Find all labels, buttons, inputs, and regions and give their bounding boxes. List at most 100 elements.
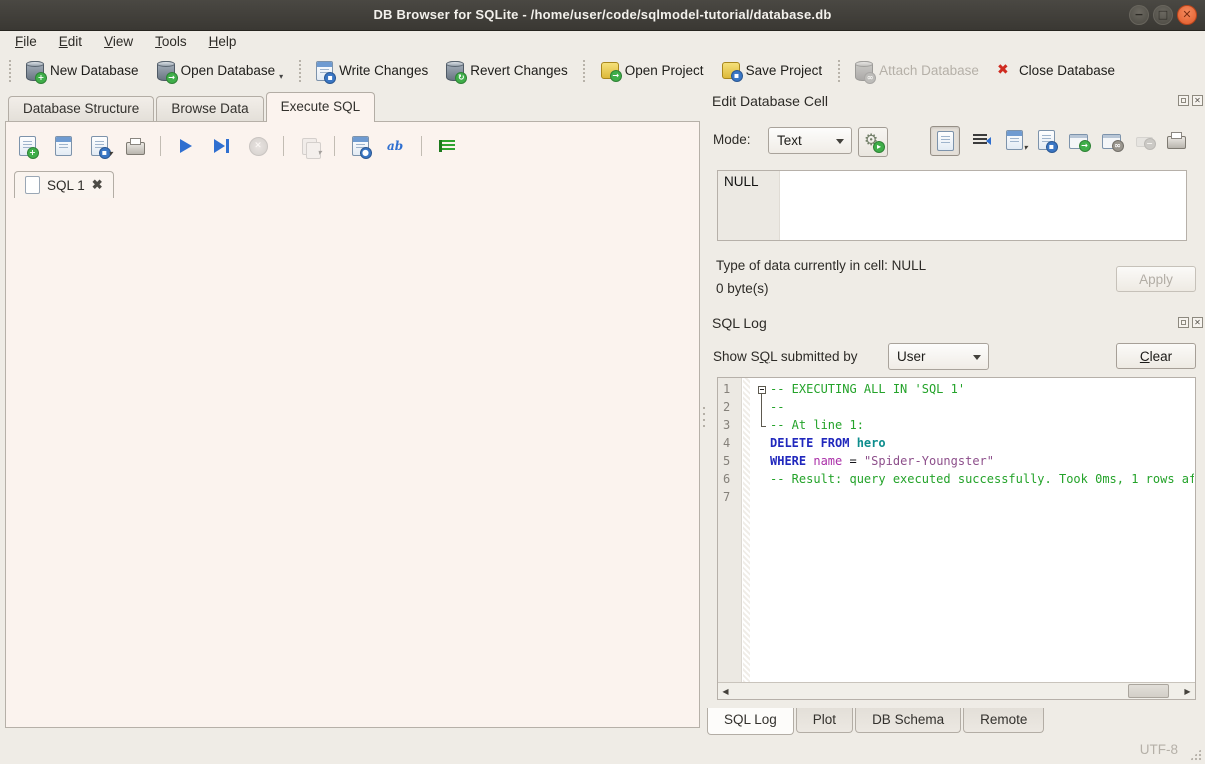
menu-tools[interactable]: Tools xyxy=(144,32,198,51)
encoding-indicator[interactable]: UTF-8 xyxy=(1140,742,1178,757)
sql-doc-icon xyxy=(25,176,40,194)
save-project-button[interactable]: ▪ Save Project xyxy=(713,58,832,83)
sql-document-tab[interactable]: SQL 1 ✖ xyxy=(14,171,114,198)
copy-link-button[interactable]: ∞ xyxy=(1097,126,1125,154)
minimize-icon[interactable]: − xyxy=(1129,5,1149,25)
cell-print-button[interactable] xyxy=(1162,126,1190,154)
link-icon: ∞ xyxy=(1102,134,1121,149)
database-new-icon: + xyxy=(26,61,44,81)
close-dock-icon[interactable] xyxy=(1192,317,1203,328)
menu-edit[interactable]: Edit xyxy=(48,32,93,51)
log-horizontal-scrollbar[interactable]: ◀ ▶ xyxy=(718,682,1195,699)
write-changes-button[interactable]: ▪ Write Changes xyxy=(307,57,437,85)
close-icon[interactable]: ✕ xyxy=(1177,5,1197,25)
project-save-icon: ▪ xyxy=(722,62,740,79)
gear-icon: ▸ xyxy=(864,133,882,151)
float-dock-icon[interactable] xyxy=(1178,317,1189,328)
tab-database-structure[interactable]: Database Structure xyxy=(8,96,154,122)
apply-button[interactable]: Apply xyxy=(1116,266,1196,292)
scroll-right-icon[interactable]: ▶ xyxy=(1180,683,1195,699)
set-null-icon: − xyxy=(1136,137,1153,147)
edit-cell-dock-controls xyxy=(1178,95,1203,106)
cell-type-info: Type of data currently in cell: NULL xyxy=(716,258,926,273)
log-code[interactable]: -- EXECUTING ALL IN 'SQL 1'---- At line … xyxy=(751,378,1194,683)
database-open-icon: → xyxy=(157,61,175,81)
resize-grip[interactable] xyxy=(1189,748,1202,761)
new-database-button[interactable]: + New Database xyxy=(17,57,148,85)
new-sql-tab-icon[interactable]: + xyxy=(14,133,40,159)
dropdown-caret-icon: ▾ xyxy=(279,72,283,81)
sql-log-title: SQL Log xyxy=(712,315,767,331)
open-database-button[interactable]: → Open Database ▾ xyxy=(148,57,293,85)
export-file-icon: ▪ xyxy=(1038,130,1055,150)
database-attach-icon: ∞ xyxy=(855,61,873,81)
find-icon[interactable]: ● xyxy=(347,133,373,159)
sql-editor-toolbar: + ▪▾ ▾ ● xyxy=(14,133,460,159)
execute-all-icon[interactable] xyxy=(173,133,199,159)
database-close-icon xyxy=(997,63,1013,79)
import-button[interactable]: ▾ xyxy=(1000,126,1028,154)
menu-help[interactable]: Help xyxy=(198,32,248,51)
export-button[interactable]: ▪ xyxy=(1032,126,1060,154)
project-open-icon: → xyxy=(601,62,619,79)
execute-current-line-icon[interactable] xyxy=(209,133,235,159)
chevron-down-icon xyxy=(973,355,981,360)
set-null-button: − xyxy=(1130,126,1158,154)
float-dock-icon[interactable] xyxy=(1178,95,1189,106)
dock-splitter[interactable] xyxy=(701,405,707,429)
scrollbar-thumb[interactable] xyxy=(1128,684,1169,698)
open-project-button[interactable]: → Open Project xyxy=(592,58,713,83)
titlebar: DB Browser for SQLite - /home/user/code/… xyxy=(0,0,1205,31)
import-file-icon: ▾ xyxy=(1006,130,1023,150)
clear-log-button[interactable]: Clear xyxy=(1116,343,1196,369)
cell-value-editor[interactable]: NULL xyxy=(717,170,1187,241)
window-controls: − □ ✕ xyxy=(1129,5,1197,25)
menu-file[interactable]: File xyxy=(4,32,48,51)
mode-select[interactable]: Text xyxy=(768,127,852,154)
cell-value: NULL xyxy=(718,171,780,240)
write-changes-icon: ▪ xyxy=(316,61,333,81)
toolbar-separator xyxy=(581,60,588,82)
toolbar-handle[interactable] xyxy=(6,60,13,82)
copy-results-icon: ▾ xyxy=(296,133,322,159)
status-bar: UTF-8 xyxy=(0,728,1205,764)
text-document-icon xyxy=(937,131,954,151)
cell-size-info: 0 byte(s) xyxy=(716,281,769,296)
auto-apply-button[interactable]: ▸ xyxy=(858,127,888,157)
tab-execute-sql[interactable]: Execute SQL xyxy=(266,92,376,122)
maximize-icon[interactable]: □ xyxy=(1153,5,1173,25)
sql-log-dock-controls xyxy=(1178,317,1203,328)
word-wrap-icon[interactable] xyxy=(434,133,460,159)
word-wrap-icon xyxy=(973,134,987,146)
menu-view[interactable]: View xyxy=(93,32,144,51)
print-icon[interactable] xyxy=(122,133,148,159)
close-database-button[interactable]: Close Database xyxy=(988,59,1124,83)
main-tab-bar: Database Structure Browse Data Execute S… xyxy=(8,94,377,122)
chevron-down-icon xyxy=(836,139,844,144)
tab-browse-data[interactable]: Browse Data xyxy=(156,96,263,122)
open-external-icon: → xyxy=(1069,134,1088,149)
log-filter-label: Show SQL submitted by xyxy=(713,349,858,364)
word-wrap-button[interactable] xyxy=(966,126,994,154)
window-title: DB Browser for SQLite - /home/user/code/… xyxy=(0,7,1205,22)
format-sql-icon[interactable] xyxy=(383,133,409,159)
mode-label: Mode: xyxy=(713,132,751,147)
execute-sql-pane xyxy=(5,121,700,728)
open-sql-file-icon[interactable] xyxy=(50,133,76,159)
print-icon xyxy=(1167,136,1186,149)
open-external-button[interactable]: → xyxy=(1064,126,1092,154)
text-mode-button[interactable] xyxy=(930,126,960,156)
menubar: File Edit View Tools Help xyxy=(0,30,1205,53)
revert-changes-icon: ↻ xyxy=(446,61,464,81)
scroll-left-icon[interactable]: ◀ xyxy=(718,683,733,699)
stop-icon xyxy=(245,133,271,159)
main-toolbar: + New Database → Open Database ▾ ▪ Write… xyxy=(0,53,1205,88)
close-tab-icon[interactable]: ✖ xyxy=(92,177,103,193)
toolbar-separator xyxy=(296,60,303,82)
revert-changes-button[interactable]: ↻ Revert Changes xyxy=(437,57,577,85)
attach-database-button: ∞ Attach Database xyxy=(846,57,988,85)
sql-log-view[interactable]: 1234567 -- EXECUTING ALL IN 'SQL 1'---- … xyxy=(717,377,1196,700)
close-dock-icon[interactable] xyxy=(1192,95,1203,106)
save-sql-file-icon[interactable]: ▪▾ xyxy=(86,133,112,159)
log-filter-select[interactable]: User xyxy=(888,343,989,370)
